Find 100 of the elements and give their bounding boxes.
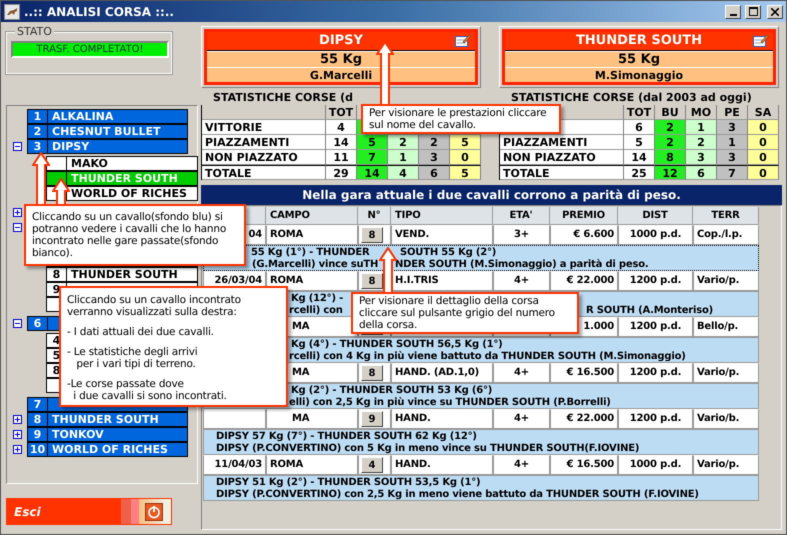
- table-cell: Vario/b.: [693, 409, 759, 429]
- race-summary: DIPSY 57 Kg (7°) - THUNDER SOUTH 62 Kg (12°) DIPSY (P.CONVERTINO) con 5 Kg in meno vince su THUNDER SOUTH(F.IOVINE): [203, 429, 759, 455]
- table-cell: 6: [624, 120, 655, 135]
- window-title: ..:: ANALISI CORSA ::..: [24, 4, 174, 18]
- table-cell: 6: [419, 165, 450, 180]
- table-cell: 0: [748, 150, 779, 165]
- table-cell: 4+: [493, 409, 550, 429]
- table-cell: 1000 p.d.: [618, 225, 693, 245]
- column-header: TIPO: [391, 207, 493, 225]
- column-header: CAMPO: [266, 207, 358, 225]
- row-label: PIAZZAMENTI: [202, 135, 326, 150]
- table-cell: 25: [624, 165, 655, 180]
- table-cell: Bello/p.: [693, 317, 759, 337]
- table-cell: 5: [624, 135, 655, 150]
- table-cell: HAND.: [391, 455, 493, 475]
- race-summary: 55 Kg (1°) - THUNDER SOUTH 55 Kg (2°) (G.Marcelli) vince suTH NDER SOUTH (M.Simonaggio) a parità di peso.: [203, 245, 759, 271]
- table-cell: HAND. (AD.1,0): [391, 363, 493, 383]
- table-cell: 0: [748, 135, 779, 150]
- table-cell: 5: [357, 135, 388, 150]
- table-cell: 3: [419, 150, 450, 165]
- table-cell: 4+: [493, 455, 550, 475]
- table-cell: 1000 p.d.: [618, 455, 693, 475]
- column-header: PREMIO: [550, 207, 618, 225]
- race-summary: DIPSY 51 Kg (2°) - THUNDER SOUTH 53,5 Kg (1°) DIPSY (P.CONVERTINO) con 2,5 Kg in meno viene battuto da THUNDER SOUTH (F.IOVINE): [203, 475, 759, 501]
- column-header: TOT: [326, 105, 357, 120]
- column-header: BU: [655, 105, 686, 120]
- jockey-name: M.Simonaggio: [505, 67, 773, 82]
- table-cell: 2: [655, 135, 686, 150]
- column-header: TOT: [624, 105, 655, 120]
- help-tooltip: Cliccando su un cavallo incontrato verranno visualizzati sulla destra: - I dati attuali dei due cavalli. - Le statistiche degli arrivi per i vari tipi di terreno. -Le corse passate dove i due cavalli si sono incontrati.: [59, 286, 288, 407]
- table-cell: 2: [419, 135, 450, 150]
- table-cell: € 6.600: [550, 225, 618, 245]
- table-cell: 4+: [493, 271, 550, 291]
- table-cell: Cop./l.p.: [693, 225, 759, 245]
- row-label: VITTORIE: [202, 120, 326, 135]
- column-header: TERR: [693, 207, 759, 225]
- table-cell: H.I.TRIS: [391, 271, 493, 291]
- table-cell: 3: [686, 150, 717, 165]
- table-cell: 0: [450, 150, 481, 165]
- table-cell: ROMA: [266, 455, 358, 475]
- table-cell: 0: [748, 165, 779, 180]
- table-cell: 4: [326, 120, 357, 135]
- status-label: STATO: [15, 25, 54, 38]
- table-cell: 1200 p.d.: [618, 409, 693, 429]
- table-cell: 11/04/03: [203, 455, 266, 475]
- banner: Nella gara attuale i due cavalli corrono a parità di peso.: [201, 185, 782, 205]
- column-header: ETA': [493, 207, 550, 225]
- table-cell: 6: [686, 165, 717, 180]
- table-cell: 14: [326, 135, 357, 150]
- table-cell: 2: [655, 120, 686, 135]
- table-cell: 0: [748, 120, 779, 135]
- table-cell: 2: [388, 135, 419, 150]
- table-cell: 3+: [493, 225, 550, 245]
- table-cell: 2: [686, 135, 717, 150]
- row-label: NON PIAZZATO: [500, 150, 624, 165]
- table-cell: € 16.500: [550, 363, 618, 383]
- table-cell: 5: [450, 165, 481, 180]
- help-tooltip: Per visionare il dettaglio della corsa cliccare sul pulsante grigio del numero della corsa.: [351, 292, 579, 334]
- table-cell: 8: [655, 150, 686, 165]
- row-label: PIAZZAMENTI: [500, 135, 624, 150]
- table-cell: HAND.: [391, 409, 493, 429]
- table-cell: 4+: [493, 363, 550, 383]
- row-label: TOTALE: [202, 165, 326, 180]
- help-tooltip: Per visionare le prestazioni cliccare sul nome del cavallo.: [361, 104, 561, 134]
- column-header: PE: [717, 105, 748, 120]
- help-tooltip: Cliccando su un cavallo(sfondo blu) si potranno vedere i cavalli che lo hanno incontrato nelle gare passate(sfondo bianco).: [24, 204, 246, 266]
- row-label: NON PIAZZATO: [202, 150, 326, 165]
- table-cell: € 22.000: [550, 271, 618, 291]
- status-value: TRASF. COMPLETATO!: [11, 41, 169, 58]
- table-cell: ROMA: [266, 225, 358, 245]
- table-cell: ROMA: [266, 271, 358, 291]
- row-label: TOTALE: [500, 165, 624, 180]
- column-header: DIST: [618, 207, 693, 225]
- column-header: N°: [358, 207, 391, 225]
- table-cell: 1: [717, 135, 748, 150]
- table-cell: 1: [686, 120, 717, 135]
- table-cell: 1200 p.d.: [618, 271, 693, 291]
- stats-title: STATISTICHE CORSE (dal 2003 ad oggi): [510, 92, 753, 105]
- table-cell: 3: [717, 120, 748, 135]
- table-cell: € 16.500: [550, 455, 618, 475]
- table-cell: 1200 p.d.: [618, 363, 693, 383]
- table-cell: MA: [266, 409, 358, 429]
- table-cell: € 22.000: [550, 409, 618, 429]
- table-cell: Vario/p.: [693, 363, 759, 383]
- table-cell: 5: [450, 135, 481, 150]
- table-cell: 3: [717, 150, 748, 165]
- table-cell: 1: [388, 150, 419, 165]
- table-cell: Vario/p.: [693, 271, 759, 291]
- table-cell: 1200 p.d.: [618, 317, 693, 337]
- table-cell: Vario/p.: [693, 455, 759, 475]
- column-header: MO: [686, 105, 717, 120]
- table-cell: 12: [655, 165, 686, 180]
- table-cell: 4: [388, 165, 419, 180]
- table-cell: 14: [624, 150, 655, 165]
- table-cell: 11: [326, 150, 357, 165]
- horse-weight: 55 Kg: [505, 51, 773, 67]
- stats-title: STATISTICHE CORSE (d: [212, 92, 354, 105]
- table-cell: VEND.: [391, 225, 493, 245]
- table-cell: 7: [717, 165, 748, 180]
- column-header: SA: [748, 105, 779, 120]
